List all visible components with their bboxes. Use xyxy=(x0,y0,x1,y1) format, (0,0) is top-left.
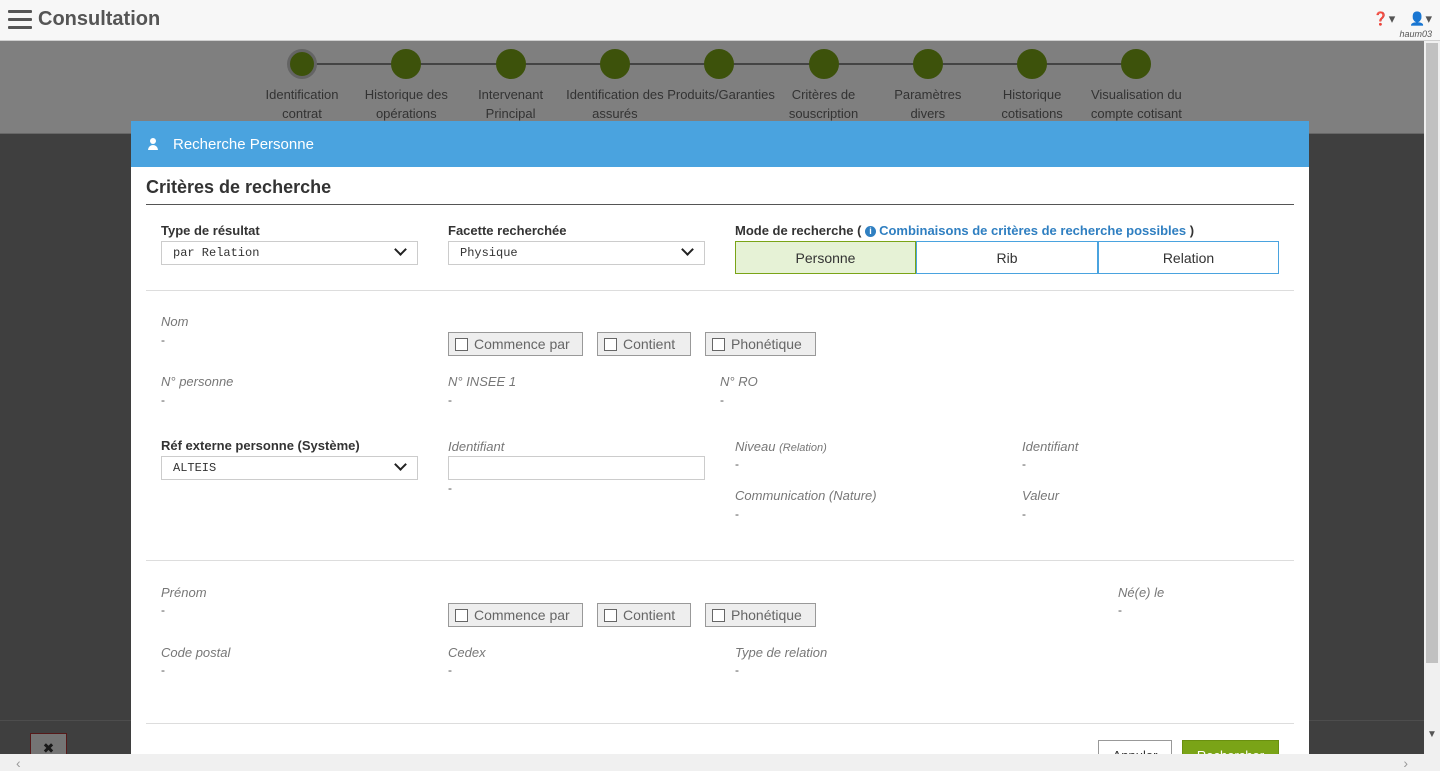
checkbox-label: Contient xyxy=(623,336,676,352)
identifiant-label: Identifiant xyxy=(448,439,505,454)
niveau-value: - xyxy=(735,457,739,471)
facette-label: Facette recherchée xyxy=(448,223,567,238)
nom-value: - xyxy=(161,333,165,347)
code-postal-label: Code postal xyxy=(161,645,231,660)
prenom-contient-checkbox[interactable]: Contient xyxy=(597,603,691,627)
mode-label-close: ) xyxy=(1189,223,1195,238)
insee-label: N° INSEE 1 xyxy=(448,374,517,389)
mode-button-personne[interactable]: Personne xyxy=(735,241,916,274)
nom-phonetique-checkbox[interactable]: Phonétique xyxy=(705,332,816,356)
app-title: Consultation xyxy=(38,8,161,30)
type-resultat-value: par Relation xyxy=(173,246,260,260)
nom-commence-par-checkbox[interactable]: Commence par xyxy=(448,332,583,356)
nom-contient-checkbox[interactable]: Contient xyxy=(597,332,691,356)
prenom-commence-par-checkbox[interactable]: Commence par xyxy=(448,603,583,627)
username: haum03 xyxy=(1399,29,1432,39)
chevron-down-icon xyxy=(394,458,407,471)
mode-button-rib[interactable]: Rib xyxy=(916,241,1098,274)
type-resultat-label: Type de résultat xyxy=(161,223,260,238)
vertical-scrollbar[interactable]: ▼ xyxy=(1424,41,1440,754)
checkbox-label: Phonétique xyxy=(731,607,802,623)
top-bar: Consultation ❓▾ 👤▾ haum03 xyxy=(0,0,1440,41)
identifiant-value: - xyxy=(448,481,452,495)
type-relation-value: - xyxy=(735,663,739,677)
divider xyxy=(146,290,1294,291)
checkbox-label: Phonétique xyxy=(731,336,802,352)
type-resultat-select[interactable]: par Relation xyxy=(161,241,418,265)
identifiant2-value: - xyxy=(1022,457,1026,471)
modal-title: Recherche Personne xyxy=(173,135,314,153)
ref-externe-value: ALTEIS xyxy=(173,461,217,475)
type-relation-label: Type de relation xyxy=(735,645,828,660)
niveau-label-text: Niveau xyxy=(735,439,776,454)
code-postal-value: - xyxy=(161,663,165,677)
ne-le-value: - xyxy=(1118,603,1122,617)
niveau-label: Niveau (Relation) xyxy=(735,439,827,454)
chevron-left-icon[interactable]: ‹ xyxy=(16,755,21,771)
prenom-label: Prénom xyxy=(161,585,207,600)
identifiant-input[interactable] xyxy=(448,456,705,480)
communication-value: - xyxy=(735,507,739,521)
scrollbar-thumb[interactable] xyxy=(1426,43,1438,663)
user-icon[interactable]: 👤▾ xyxy=(1409,11,1432,27)
ref-externe-select[interactable]: ALTEIS xyxy=(161,456,418,480)
ref-externe-label: Réf externe personne (Système) xyxy=(161,438,360,453)
modal-header: Recherche Personne xyxy=(131,121,1309,167)
hamburger-menu-icon[interactable] xyxy=(8,10,32,30)
divider xyxy=(146,560,1294,561)
checkbox-label: Commence par xyxy=(474,336,570,352)
prenom-value: - xyxy=(161,603,165,617)
chevron-down-icon xyxy=(681,243,694,256)
cancel-button[interactable]: Annuler xyxy=(1098,740,1172,754)
valeur-value: - xyxy=(1022,507,1026,521)
chevron-down-icon xyxy=(394,243,407,256)
person-icon xyxy=(147,138,159,150)
valeur-label: Valeur xyxy=(1022,488,1060,503)
num-personne-value: - xyxy=(161,393,165,407)
ne-le-label: Né(e) le xyxy=(1118,585,1165,600)
chevron-down-icon[interactable]: ▼ xyxy=(1427,729,1437,740)
checkbox-label: Commence par xyxy=(474,607,570,623)
cedex-label: Cedex xyxy=(448,645,486,660)
search-person-modal: Recherche Personne Critères de recherche… xyxy=(131,121,1309,754)
facette-value: Physique xyxy=(460,246,518,260)
niveau-sub-label: (Relation) xyxy=(779,442,827,454)
mode-label-text: Mode de recherche ( xyxy=(735,223,862,238)
combinations-link[interactable]: Combinaisons de critères de recherche po… xyxy=(879,223,1186,238)
identifiant2-label: Identifiant xyxy=(1022,439,1079,454)
cedex-value: - xyxy=(448,663,452,677)
num-ro-label: N° RO xyxy=(720,374,758,389)
horizontal-scrollbar[interactable]: ‹ › xyxy=(0,754,1440,771)
info-icon: i xyxy=(865,226,877,237)
num-personne-label: N° personne xyxy=(161,374,234,389)
facette-select[interactable]: Physique xyxy=(448,241,705,265)
nom-label: Nom xyxy=(161,314,189,329)
section-title: Critères de recherche xyxy=(146,177,1294,205)
insee-value: - xyxy=(448,393,452,407)
search-button[interactable]: Rechercher xyxy=(1182,740,1279,754)
communication-label: Communication (Nature) xyxy=(735,488,877,503)
help-circle-icon[interactable]: ❓▾ xyxy=(1373,11,1396,27)
mode-button-relation[interactable]: Relation xyxy=(1098,241,1279,274)
chevron-right-icon[interactable]: › xyxy=(1403,755,1408,771)
divider xyxy=(146,723,1294,724)
checkbox-label: Contient xyxy=(623,607,676,623)
num-ro-value: - xyxy=(720,393,724,407)
prenom-phonetique-checkbox[interactable]: Phonétique xyxy=(705,603,816,627)
mode-label: Mode de recherche ( i Combinaisons de cri… xyxy=(735,223,1194,238)
